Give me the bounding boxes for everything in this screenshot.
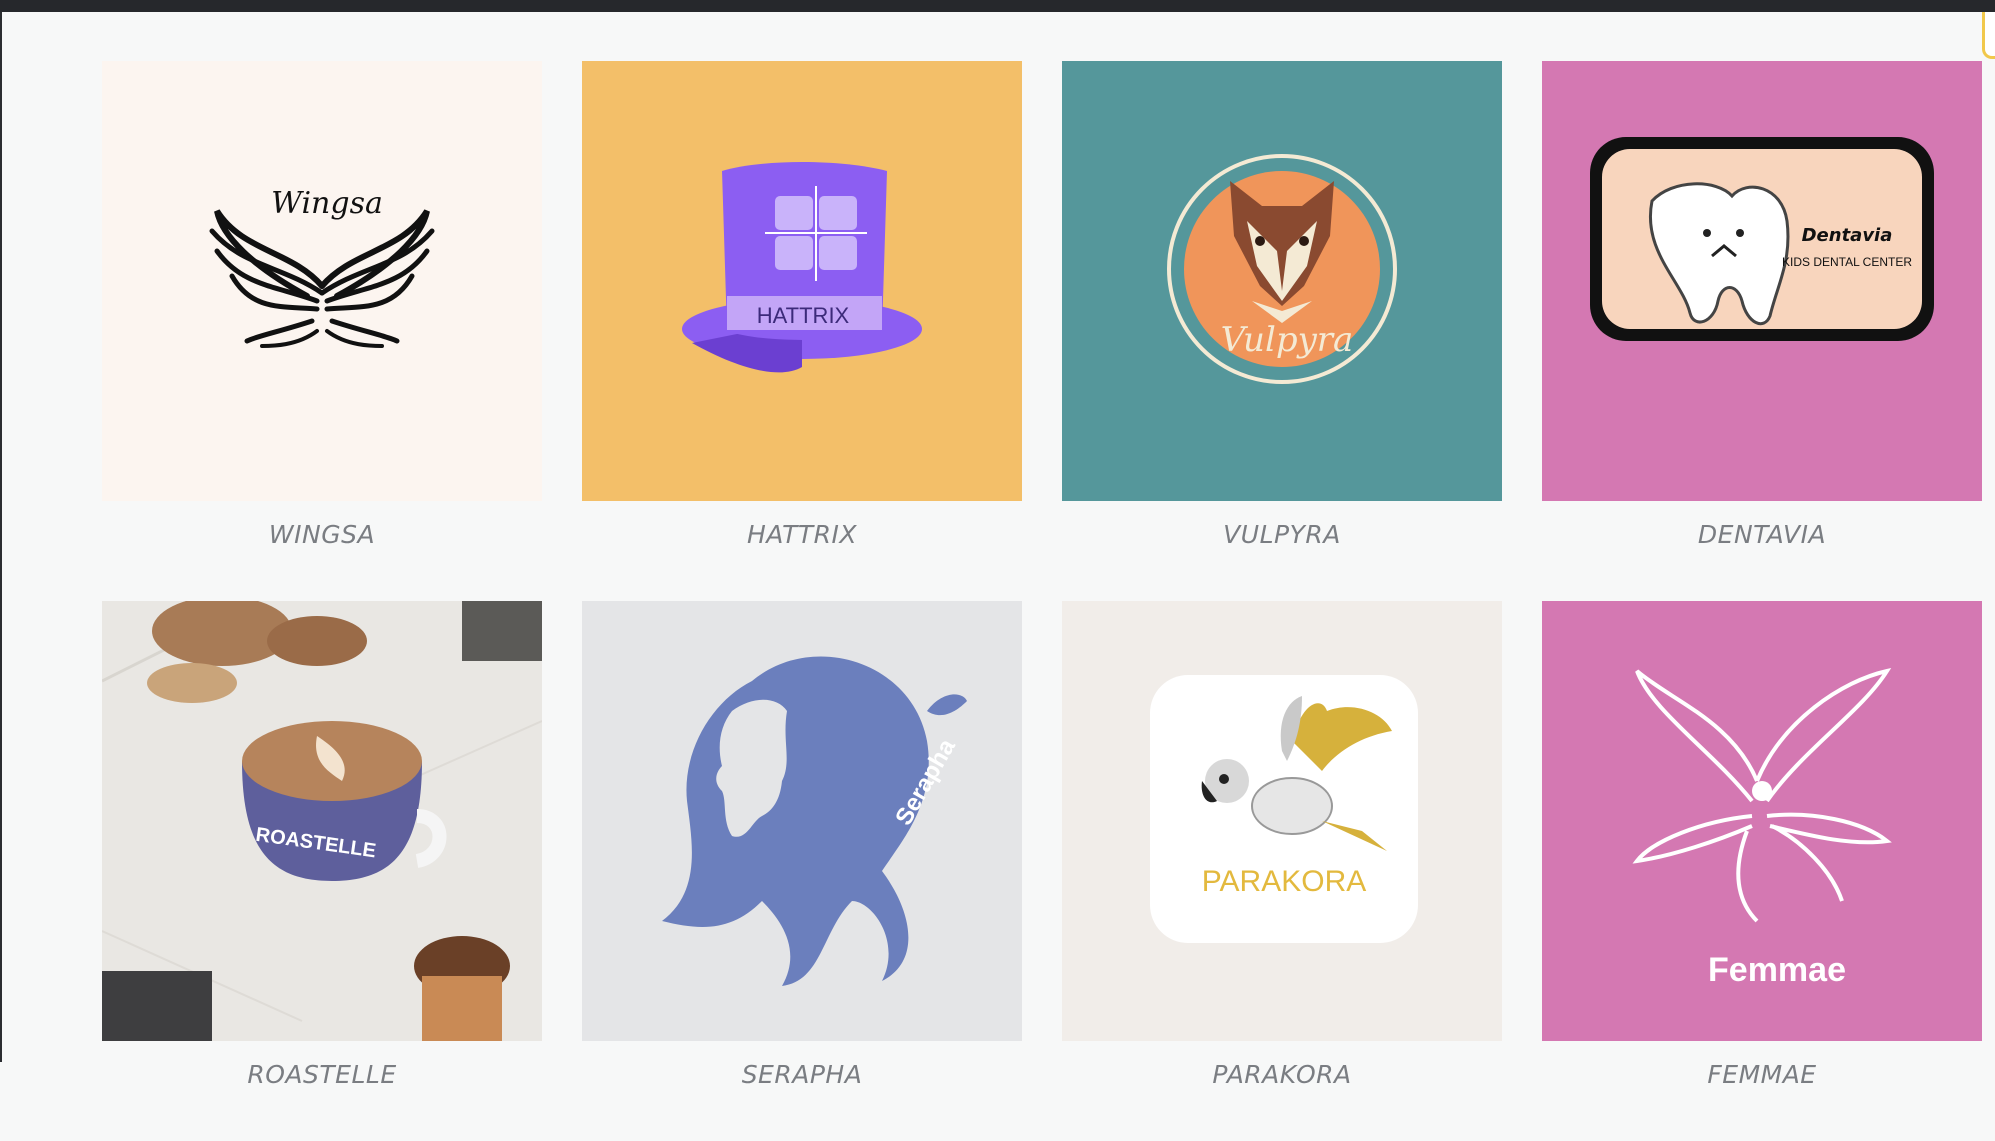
scroll-corner-indicator [1982, 12, 1995, 59]
logo-title: VULPYRA [1223, 520, 1341, 549]
parakora-wordmark: PARAKORA [1202, 865, 1367, 898]
logo-card-vulpyra[interactable]: Vulpyra VULPYRA [1062, 61, 1502, 601]
logo-title: SERAPHA [741, 1060, 863, 1089]
parrot-logo: PARAKORA [1062, 601, 1502, 1041]
logo-card-dentavia[interactable]: Dentavia KIDS DENTAL CENTER DENTAVIA [1542, 61, 1982, 601]
hattrix-wordmark: HATTRIX [757, 303, 850, 328]
logo-title: ROASTELLE [247, 1060, 397, 1089]
dentavia-tagline: KIDS DENTAL CENTER [1782, 255, 1912, 269]
logo-title: WINGSA [268, 520, 376, 549]
logo-gallery-grid: Wingsa WINGSA HATTRIX HATTRIX Vulpyra VU… [102, 61, 1982, 1141]
coffee-cup-logo: ROASTELLE [102, 601, 542, 1041]
window-top-bar [0, 0, 1995, 12]
woman-profile-logo: Serapha [582, 601, 1022, 1041]
window-left-edge [0, 12, 2, 1062]
fairy-logo: Femmae [1542, 601, 1982, 1041]
wings-logo: Wingsa [102, 61, 542, 501]
logo-card-hattrix[interactable]: HATTRIX HATTRIX [582, 61, 1022, 601]
dentavia-wordmark: Dentavia [1802, 225, 1893, 246]
vulpyra-wordmark: Vulpyra [1221, 320, 1354, 360]
tooth-logo: Dentavia KIDS DENTAL CENTER [1542, 61, 1982, 501]
logo-title: HATTRIX [747, 520, 857, 549]
femmae-wordmark: Femmae [1708, 951, 1846, 989]
logo-card-femmae[interactable]: Femmae FEMMAE [1542, 601, 1982, 1141]
top-hat-logo: HATTRIX [582, 61, 1022, 501]
logo-card-parakora[interactable]: PARAKORA PARAKORA [1062, 601, 1502, 1141]
fox-logo: Vulpyra [1062, 61, 1502, 501]
wingsa-wordmark: Wingsa [271, 186, 383, 221]
logo-title: PARAKORA [1212, 1060, 1352, 1089]
logo-card-serapha[interactable]: Serapha SERAPHA [582, 601, 1022, 1141]
logo-card-wingsa[interactable]: Wingsa WINGSA [102, 61, 542, 601]
logo-title: DENTAVIA [1697, 520, 1827, 549]
logo-title: FEMMAE [1707, 1060, 1817, 1089]
logo-card-roastelle[interactable]: ROASTELLE ROASTELLE [102, 601, 542, 1141]
